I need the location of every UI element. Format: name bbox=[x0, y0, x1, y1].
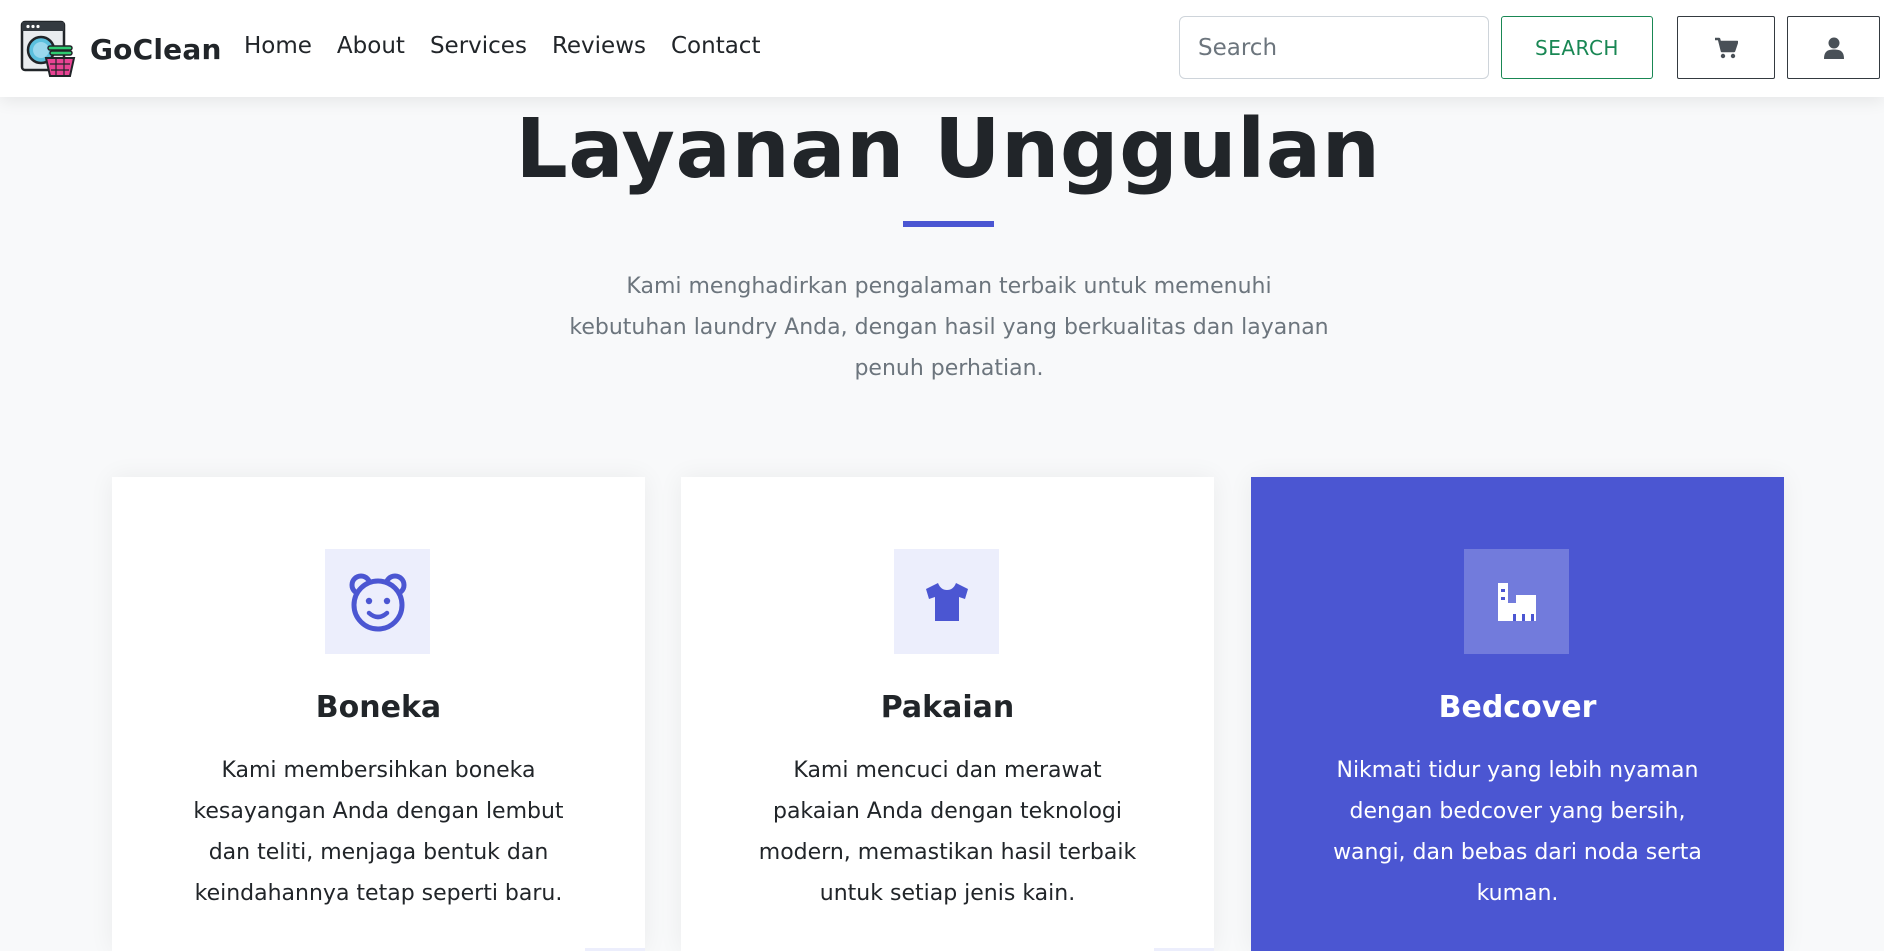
shirt-icon bbox=[925, 582, 968, 621]
cart-icon bbox=[1715, 37, 1738, 58]
title-underline bbox=[903, 221, 994, 227]
teddy-bear-icon bbox=[349, 573, 406, 631]
card-icon-box bbox=[1464, 549, 1569, 654]
card-text: Kami membersihkan boneka kesayangan Anda… bbox=[193, 758, 564, 906]
user-button[interactable] bbox=[1787, 16, 1880, 79]
nav-link-reviews[interactable]: Reviews bbox=[552, 33, 646, 59]
navbar: GoClean Home About Services Reviews Cont… bbox=[0, 0, 1884, 97]
section-title: Layanan Unggulan bbox=[515, 102, 1381, 197]
service-card-bedcover[interactable]: Bedcover Nikmati tidur yang lebih nyaman… bbox=[1251, 477, 1784, 951]
nav-link-home[interactable]: Home bbox=[244, 33, 312, 59]
section-description: Kami menghadirkan pengalaman terbaik unt… bbox=[569, 274, 1329, 381]
card-icon-box bbox=[325, 549, 430, 654]
card-text: Nikmati tidur yang lebih nyaman dengan b… bbox=[1333, 758, 1702, 906]
nav-link-contact[interactable]: Contact bbox=[671, 33, 760, 59]
nav-link-services[interactable]: Services bbox=[430, 33, 527, 59]
service-card-boneka[interactable]: Boneka Kami membersihkan boneka kesayang… bbox=[112, 477, 645, 951]
service-card-pakaian[interactable]: Pakaian Kami mencuci dan merawat pakaian… bbox=[681, 477, 1214, 951]
cart-button[interactable] bbox=[1677, 16, 1775, 79]
search-button[interactable]: SEARCH bbox=[1501, 16, 1653, 79]
nav-link-about[interactable]: About bbox=[337, 33, 405, 59]
bed-icon bbox=[1497, 582, 1536, 621]
washing-machine-logo-icon bbox=[20, 20, 76, 77]
brand-name: GoClean bbox=[90, 32, 222, 66]
card-text: Kami mencuci dan merawat pakaian Anda de… bbox=[758, 758, 1137, 906]
card-title: Pakaian bbox=[880, 690, 1015, 725]
search-input[interactable] bbox=[1179, 16, 1489, 79]
card-title: Bedcover bbox=[1438, 690, 1597, 725]
main-nav: Home About Services Reviews Contact bbox=[244, 33, 760, 59]
user-icon bbox=[1823, 37, 1844, 59]
card-icon-box bbox=[894, 549, 999, 654]
card-title: Boneka bbox=[315, 690, 442, 725]
brand-link[interactable]: GoClean bbox=[20, 20, 222, 78]
